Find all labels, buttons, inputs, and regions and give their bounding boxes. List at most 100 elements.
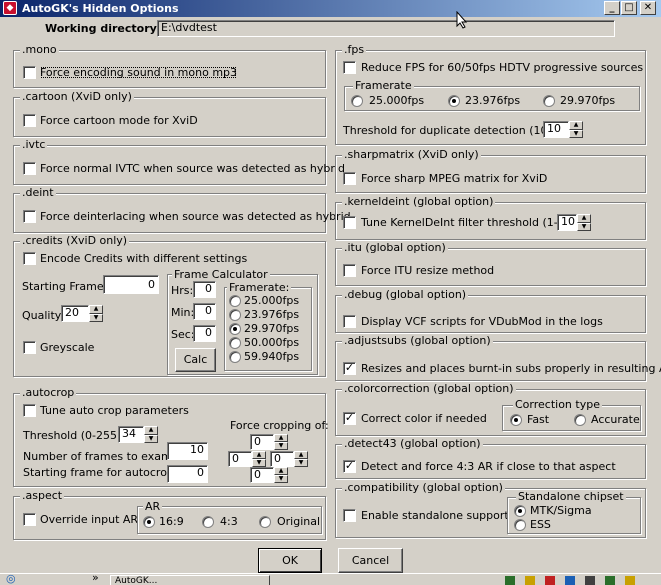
chipset-label-0[interactable]: MTK/Sigma: [530, 504, 592, 517]
correction-radio-1[interactable]: [574, 414, 586, 426]
chipset-label-1[interactable]: ESS: [530, 518, 551, 531]
crop-bottom-input[interactable]: 0: [250, 467, 274, 483]
calc-button[interactable]: Calc: [175, 348, 216, 372]
calc-rate-label-2[interactable]: 29.970fps: [244, 322, 299, 335]
detect43-checkbox[interactable]: ✓: [343, 460, 356, 473]
starting-frame-input[interactable]: 0: [103, 275, 159, 294]
override-ar-label[interactable]: Override input AR: [40, 513, 138, 526]
crop-left-input[interactable]: 0: [228, 451, 252, 467]
calc-rate-radio-1[interactable]: [229, 309, 241, 321]
itu-label[interactable]: Force ITU resize method: [361, 264, 494, 277]
sec-input[interactable]: 0: [193, 325, 216, 342]
reduce-fps-checkbox[interactable]: [343, 61, 356, 74]
threshold-spinner[interactable]: ▲ ▼: [144, 426, 158, 443]
minimize-button[interactable]: _: [604, 1, 620, 15]
quality-spinner[interactable]: ▲ ▼: [89, 305, 103, 322]
fps-radio-0[interactable]: [351, 95, 363, 107]
deint-checkbox[interactable]: [23, 210, 36, 223]
chevron-icon[interactable]: »: [92, 574, 99, 584]
mono-checkbox[interactable]: [23, 66, 36, 79]
correction-label-0[interactable]: Fast: [527, 413, 549, 426]
calc-rate-radio-2[interactable]: [229, 323, 241, 335]
kerneldeint-spinner[interactable]: ▲ ▼: [577, 214, 591, 231]
tray-icon[interactable]: [565, 576, 575, 585]
sharpmatrix-label[interactable]: Force sharp MPEG matrix for XviD: [361, 172, 547, 185]
tray-icon[interactable]: [505, 576, 515, 585]
title-bar[interactable]: ◆ AutoGK's Hidden Options _ □ ✕: [0, 0, 661, 17]
tray-icon[interactable]: [585, 576, 595, 585]
tray-icon[interactable]: [625, 576, 635, 585]
calc-rate-radio-4[interactable]: [229, 351, 241, 363]
frames-input[interactable]: 10: [167, 442, 208, 460]
correction-label-1[interactable]: Accurate: [591, 413, 640, 426]
sharpmatrix-checkbox[interactable]: [343, 172, 356, 185]
chipset-radio-1[interactable]: [514, 519, 526, 531]
calc-rate-label-3[interactable]: 50.000fps: [244, 336, 299, 349]
debug-label[interactable]: Display VCF scripts for VDubMod in the l…: [361, 315, 603, 328]
quality-input[interactable]: 20: [61, 305, 89, 322]
crop-bottom-spinner[interactable]: ▲ ▼: [274, 467, 288, 483]
correction-radio-0[interactable]: [510, 414, 522, 426]
ar-radio-0[interactable]: [143, 516, 155, 528]
ar-label-1[interactable]: 4:3: [220, 515, 238, 528]
encode-credits-label[interactable]: Encode Credits with different settings: [40, 252, 247, 265]
fps-label-1[interactable]: 23.976fps: [465, 94, 520, 107]
close-button[interactable]: ✕: [640, 1, 656, 15]
colorcorrection-checkbox[interactable]: ✓: [343, 412, 356, 425]
autocrop-checkbox[interactable]: [23, 404, 36, 417]
standalone-label[interactable]: Enable standalone support: [361, 509, 509, 522]
kerneldeint-checkbox[interactable]: [343, 216, 356, 229]
min-input[interactable]: 0: [193, 303, 216, 320]
crop-right-input[interactable]: 0: [270, 451, 294, 467]
itu-checkbox[interactable]: [343, 264, 356, 277]
calc-rate-radio-0[interactable]: [229, 295, 241, 307]
encode-credits-checkbox[interactable]: [23, 252, 36, 265]
colorcorrection-label[interactable]: Correct color if needed: [361, 412, 487, 425]
calc-rate-label-1[interactable]: 23.976fps: [244, 308, 299, 321]
cartoon-checkbox[interactable]: [23, 114, 36, 127]
greyscale-label[interactable]: Greyscale: [40, 341, 94, 354]
adjustsubs-label[interactable]: Resizes and places burnt-in subs properl…: [361, 362, 661, 375]
ie-icon[interactable]: ◎: [6, 574, 16, 585]
ar-radio-2[interactable]: [259, 516, 271, 528]
taskbar-task[interactable]: AutoGK...: [110, 575, 270, 585]
detect43-label[interactable]: Detect and force 4:3 AR if close to that…: [361, 460, 616, 473]
tray-icon[interactable]: [545, 576, 555, 585]
debug-checkbox[interactable]: [343, 315, 356, 328]
cartoon-label[interactable]: Force cartoon mode for XviD: [40, 114, 198, 127]
reduce-fps-label[interactable]: Reduce FPS for 60/50fps HDTV progressive…: [361, 61, 643, 74]
ivtc-checkbox[interactable]: [23, 162, 36, 175]
adjustsubs-checkbox[interactable]: ✓: [343, 362, 356, 375]
fps-label-0[interactable]: 25.000fps: [369, 94, 424, 107]
chipset-radio-0[interactable]: [514, 505, 526, 517]
autocrop-label[interactable]: Tune auto crop parameters: [40, 404, 189, 417]
greyscale-checkbox[interactable]: [23, 341, 36, 354]
cancel-button[interactable]: Cancel: [338, 548, 403, 573]
fps-label-2[interactable]: 29.970fps: [560, 94, 615, 107]
kerneldeint-label[interactable]: Tune KernelDeInt filter threshold (1-255…: [361, 216, 587, 229]
crop-top-input[interactable]: 0: [250, 434, 274, 450]
calc-rate-label-4[interactable]: 59.940fps: [244, 350, 299, 363]
hrs-input[interactable]: 0: [193, 281, 216, 298]
ivtc-label[interactable]: Force normal IVTC when source was detect…: [40, 162, 345, 175]
standalone-checkbox[interactable]: [343, 509, 356, 522]
maximize-button[interactable]: □: [621, 1, 637, 15]
start-frame-input[interactable]: 0: [167, 465, 208, 483]
override-ar-checkbox[interactable]: [23, 513, 36, 526]
ar-label-2[interactable]: Original: [277, 515, 320, 528]
working-dir-field[interactable]: E:\dvdtest: [157, 20, 615, 37]
crop-right-spinner[interactable]: ▲ ▼: [294, 451, 308, 467]
mono-label[interactable]: Force encoding sound in mono mp3: [40, 66, 237, 79]
dup-threshold-input[interactable]: 10: [543, 121, 569, 138]
fps-radio-1[interactable]: [448, 95, 460, 107]
deint-label[interactable]: Force deinterlacing when source was dete…: [40, 210, 351, 223]
ar-radio-1[interactable]: [202, 516, 214, 528]
dup-threshold-spinner[interactable]: ▲ ▼: [569, 121, 583, 138]
tray-icon[interactable]: [605, 576, 615, 585]
calc-rate-radio-3[interactable]: [229, 337, 241, 349]
fps-radio-2[interactable]: [543, 95, 555, 107]
threshold-input[interactable]: 34: [118, 426, 144, 443]
ok-button[interactable]: OK: [258, 548, 322, 573]
calc-rate-label-0[interactable]: 25.000fps: [244, 294, 299, 307]
tray-icon[interactable]: [525, 576, 535, 585]
